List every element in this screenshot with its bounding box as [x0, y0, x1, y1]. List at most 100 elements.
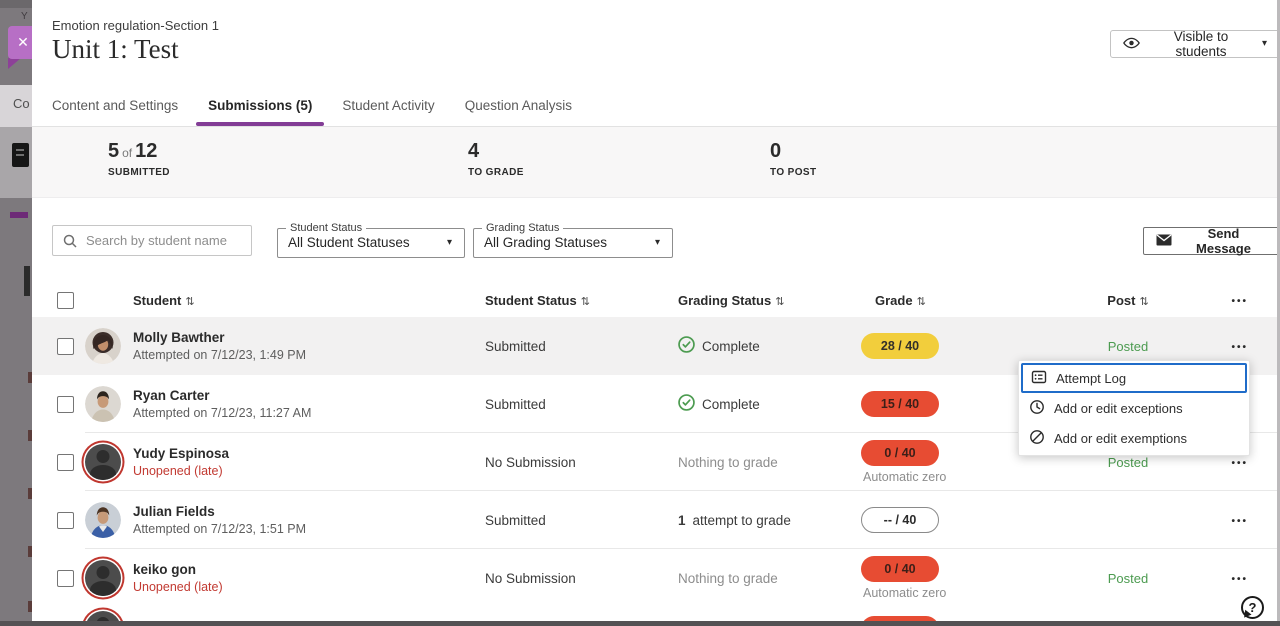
avatar — [85, 328, 121, 364]
grade-pill[interactable]: -- / 40 — [861, 507, 939, 533]
student-name: Julian Fields — [133, 504, 485, 519]
sort-icon: ⇅ — [1139, 296, 1148, 308]
row-menu-button[interactable]: ••• — [1229, 341, 1250, 355]
attempt-detail: Unopened (late) — [133, 464, 485, 478]
avatar-default — [85, 560, 121, 596]
student-status-filter-label: Student Status — [286, 222, 366, 234]
grade-pill[interactable]: 28 / 40 — [861, 333, 939, 359]
stat-label: SUBMITTED — [108, 167, 170, 178]
grading-status-filter-value: All Grading Statuses — [484, 235, 607, 250]
grading-status: Complete — [702, 397, 760, 412]
assessment-panel: Emotion regulation-Section 1 Unit 1: Tes… — [32, 0, 1280, 626]
grading-status: Nothing to grade — [678, 571, 778, 586]
stat-submitted: 5of12 SUBMITTED — [108, 140, 170, 178]
row-checkbox[interactable] — [57, 454, 74, 471]
bottom-edge — [0, 621, 1280, 626]
header-post[interactable]: Post⇅ — [1025, 293, 1205, 308]
stat-label: TO GRADE — [468, 167, 524, 178]
student-name: Yudy Espinosa — [133, 446, 485, 461]
header-student[interactable]: Student⇅ — [133, 293, 485, 308]
table-row[interactable]: keiko gon Unopened (late) No Submission … — [32, 549, 1280, 607]
student-status-filter[interactable]: Student Status All Student Statuses ▾ — [277, 222, 465, 258]
avatar-default — [85, 444, 121, 480]
grade-pill[interactable]: 0 / 40 — [861, 440, 939, 466]
stats-bar: 5of12 SUBMITTED 4 TO GRADE 0 TO POST — [32, 127, 1280, 198]
menu-item-add-exceptions[interactable]: Add or edit exceptions — [1021, 393, 1247, 423]
grading-count: 1 — [678, 513, 686, 528]
background-dark-mark — [24, 266, 30, 296]
student-status: No Submission — [485, 455, 678, 470]
background-text-fragment-top: Y — [21, 11, 28, 22]
grade-pill[interactable]: 0 / 40 — [861, 556, 939, 582]
prohibit-icon — [1029, 429, 1045, 448]
send-message-button[interactable]: Send Message — [1143, 227, 1280, 255]
menu-item-add-exemptions[interactable]: Add or edit exemptions — [1021, 423, 1247, 453]
grading-status: Complete — [702, 339, 760, 354]
grading-status: attempt to grade — [693, 513, 791, 528]
clock-icon — [1029, 399, 1045, 418]
help-button[interactable]: ? — [1241, 596, 1264, 619]
student-name: Ryan Carter — [133, 388, 485, 403]
header-student-status[interactable]: Student Status⇅ — [485, 293, 678, 308]
background-book-icon — [12, 143, 29, 167]
header-grade[interactable]: Grade⇅ — [875, 293, 1025, 308]
visibility-dropdown-button[interactable]: Visible to students ▾ — [1110, 30, 1280, 58]
complete-check-icon — [678, 336, 695, 356]
chevron-down-icon: ▾ — [447, 238, 452, 248]
row-checkbox[interactable] — [57, 570, 74, 587]
background-text-fragment: Co — [13, 96, 30, 111]
background-tabbar-sliver: Co — [0, 85, 32, 127]
table-row[interactable]: Julian Fields Attempted on 7/12/23, 1:51… — [32, 491, 1280, 549]
sort-icon: ⇅ — [917, 296, 926, 308]
select-all-checkbox[interactable] — [57, 292, 74, 309]
sort-icon: ⇅ — [581, 296, 590, 308]
header-grading-status[interactable]: Grading Status⇅ — [678, 293, 861, 308]
row-checkbox[interactable] — [57, 396, 74, 413]
breadcrumb: Emotion regulation-Section 1 — [52, 18, 219, 33]
stat-to-grade: 4 TO GRADE — [468, 140, 524, 178]
grading-status-filter[interactable]: Grading Status All Grading Statuses ▾ — [473, 222, 673, 258]
eye-icon — [1123, 37, 1140, 52]
envelope-icon — [1156, 234, 1172, 249]
tab-question-analysis[interactable]: Question Analysis — [465, 85, 572, 126]
tab-bar: Content and Settings Submissions (5) Stu… — [32, 85, 1280, 127]
row-checkbox[interactable] — [57, 512, 74, 529]
grade-pill[interactable]: 15 / 40 — [861, 391, 939, 417]
avatar — [85, 386, 121, 422]
chevron-down-icon: ▾ — [655, 238, 660, 248]
attempt-log-icon — [1031, 369, 1047, 388]
row-menu-button[interactable]: ••• — [1229, 573, 1250, 587]
row-menu-button[interactable]: ••• — [1229, 457, 1250, 471]
post-status[interactable]: Posted — [1025, 455, 1205, 470]
student-status: Submitted — [485, 513, 678, 528]
grading-status: Nothing to grade — [678, 455, 778, 470]
row-checkbox[interactable] — [57, 338, 74, 355]
complete-check-icon — [678, 394, 695, 414]
avatar — [85, 502, 121, 538]
attempt-detail: Attempted on 7/12/23, 1:51 PM — [133, 522, 485, 536]
table-menu-button[interactable]: ••• — [1229, 295, 1250, 309]
grade-note: Automatic zero — [863, 470, 946, 484]
student-name: keiko gon — [133, 562, 485, 577]
attempt-detail: Attempted on 7/12/23, 11:27 AM — [133, 406, 485, 420]
search-input[interactable] — [84, 232, 251, 249]
stat-label: TO POST — [770, 167, 817, 178]
student-status: Submitted — [485, 339, 678, 354]
tab-student-activity[interactable]: Student Activity — [342, 85, 434, 126]
student-name: Molly Bawther — [133, 330, 485, 345]
post-status[interactable]: Posted — [1025, 339, 1205, 354]
attempt-detail: Unopened (late) — [133, 580, 485, 594]
page-title: Unit 1: Test — [52, 34, 179, 65]
tab-submissions[interactable]: Submissions (5) — [208, 85, 312, 126]
send-message-label: Send Message — [1180, 226, 1267, 256]
grading-status-filter-label: Grading Status — [482, 222, 563, 234]
row-menu-button[interactable]: ••• — [1229, 515, 1250, 529]
student-status: No Submission — [485, 571, 678, 586]
menu-item-attempt-log[interactable]: Attempt Log — [1021, 363, 1247, 393]
background-accent-dash — [10, 212, 28, 218]
student-search — [52, 225, 252, 256]
row-context-menu: Attempt Log Add or edit exceptions Add o… — [1018, 360, 1250, 456]
tab-content-and-settings[interactable]: Content and Settings — [52, 85, 178, 126]
post-status[interactable]: Posted — [1025, 571, 1205, 586]
attempt-detail: Attempted on 7/12/23, 1:49 PM — [133, 348, 485, 362]
